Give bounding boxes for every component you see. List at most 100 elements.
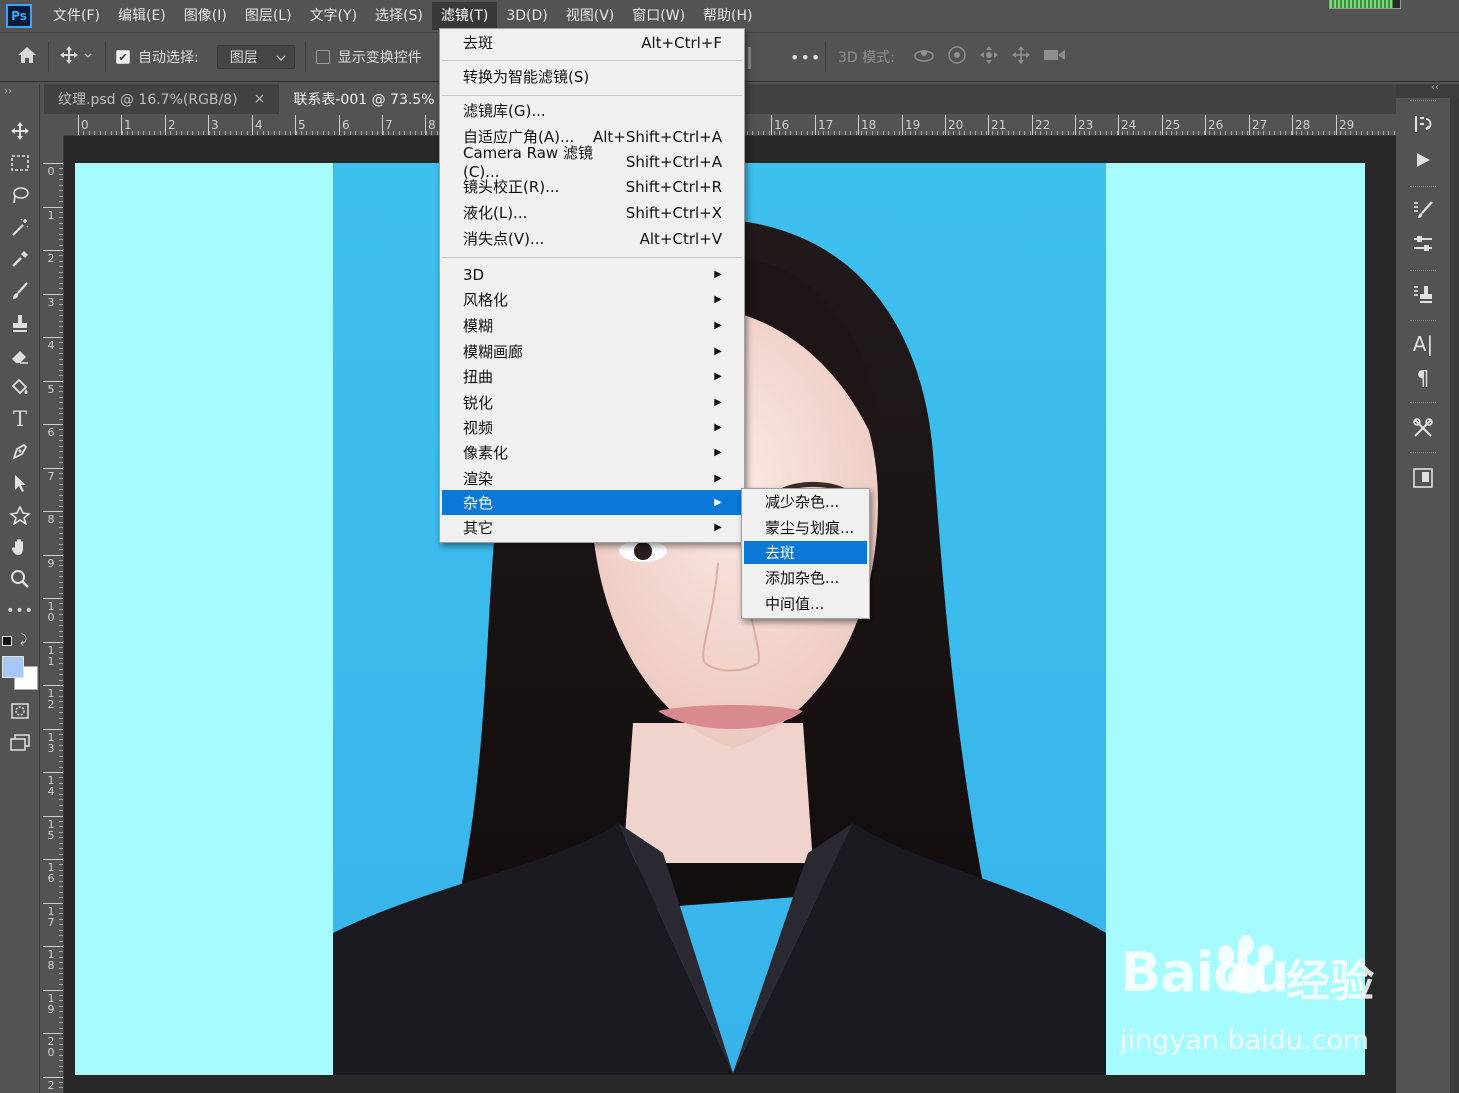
swap-colors-icon[interactable]: ⤸: [20, 632, 27, 647]
panel-dock-header: ‹‹: [1396, 82, 1459, 98]
menu-edit[interactable]: 编辑(E): [109, 2, 175, 30]
submenu-blur[interactable]: 模糊 ▶: [442, 313, 742, 338]
quick-mask-icon[interactable]: [6, 698, 34, 724]
tools-icon[interactable]: [1408, 414, 1438, 442]
menu-item-last-filter[interactable]: 去斑 Alt+Ctrl+F: [442, 30, 742, 55]
3d-pan-icon[interactable]: [978, 44, 1000, 70]
menu-item-vanishing-point[interactable]: 消失点(V)... Alt+Ctrl+V: [442, 226, 742, 251]
ruler-minor-tick: [59, 516, 63, 517]
submenu-other[interactable]: 其它 ▶: [442, 515, 742, 540]
menu-filter[interactable]: 滤镜(T): [431, 2, 498, 30]
move-icon[interactable]: [6, 118, 34, 144]
submenu-sharpen[interactable]: 锐化 ▶: [442, 390, 742, 415]
close-icon[interactable]: ×: [254, 91, 266, 107]
ruler-minor-tick: [796, 131, 797, 135]
menu-3d[interactable]: 3D(D): [497, 2, 556, 30]
clone-source-icon[interactable]: [1408, 280, 1438, 308]
paint-bucket-icon[interactable]: [6, 374, 34, 400]
photoshop-logo-icon[interactable]: Ps: [6, 4, 32, 28]
menu-item-lens-correction[interactable]: 镜头校正(R)... Shift+Ctrl+R: [442, 174, 742, 199]
submenu-render[interactable]: 渲染 ▶: [442, 466, 742, 491]
ruler-minor-tick: [981, 131, 982, 135]
menu-item-label: 液化(L)...: [463, 204, 528, 222]
submenu-distort[interactable]: 扭曲 ▶: [442, 364, 742, 389]
submenu-stylize[interactable]: 风格化 ▶: [442, 287, 742, 312]
menu-help[interactable]: 帮助(H): [694, 2, 761, 30]
3d-slide-icon[interactable]: [1010, 44, 1032, 70]
brush-icon[interactable]: [6, 278, 34, 304]
marquee-icon[interactable]: [6, 150, 34, 176]
libraries-icon[interactable]: [1408, 464, 1438, 492]
ruler-minor-tick: [59, 870, 63, 871]
more-options-button[interactable]: •••: [790, 48, 821, 67]
menu-select[interactable]: 选择(S): [366, 2, 432, 30]
menu-item-dust-and-scratches[interactable]: 蒙尘与划痕...: [744, 516, 867, 539]
stamp-icon[interactable]: [6, 310, 34, 336]
menu-item-despeckle[interactable]: 去斑: [744, 541, 867, 564]
ruler-minor-tick: [59, 892, 63, 893]
submenu-blur-gallery[interactable]: 模糊画廊 ▶: [442, 339, 742, 364]
home-icon[interactable]: [16, 45, 38, 70]
ruler-minor-tick: [845, 131, 846, 135]
lasso-icon[interactable]: [6, 182, 34, 208]
transform-controls-checkbox[interactable]: [315, 50, 330, 64]
menu-item-liquify[interactable]: 液化(L)... Shift+Ctrl+X: [442, 200, 742, 225]
zoom-icon[interactable]: [6, 566, 34, 592]
menu-type[interactable]: 文字(Y): [301, 2, 366, 30]
3d-camera-icon[interactable]: [1042, 46, 1068, 68]
adjustments-icon[interactable]: [1408, 230, 1438, 258]
submenu-noise[interactable]: 杂色 ▶: [442, 490, 742, 515]
auto-select-checkbox[interactable]: ✔: [116, 50, 130, 64]
eyedropper-icon[interactable]: [6, 246, 34, 272]
paragraph-icon[interactable]: ¶: [1408, 364, 1438, 392]
play-icon[interactable]: [1408, 146, 1438, 174]
foreground-color-swatch[interactable]: [2, 656, 24, 678]
ruler-minor-tick: [59, 261, 63, 262]
panel-grip: [1410, 402, 1436, 405]
ruler-minor-tick: [361, 131, 362, 135]
menu-item-filter-gallery[interactable]: 滤镜库(G)...: [442, 98, 742, 123]
menu-item-median[interactable]: 中间值...: [744, 592, 867, 615]
pen-icon[interactable]: [6, 438, 34, 464]
ruler-minor-tick: [59, 332, 63, 333]
ruler-label: 7: [47, 470, 55, 483]
menu-item-camera-raw-filter[interactable]: Camera Raw 滤镜(C)... Shift+Ctrl+A: [442, 144, 742, 181]
character-icon[interactable]: A|: [1408, 330, 1438, 358]
auto-select-target-dropdown[interactable]: 图层: [216, 45, 295, 69]
ruler-origin[interactable]: [42, 114, 64, 136]
ruler-minor-tick: [59, 603, 63, 604]
menu-item-convert-smart-filter[interactable]: 转换为智能滤镜(S): [442, 64, 742, 89]
menu-item-add-noise[interactable]: 添加杂色...: [744, 566, 867, 589]
3d-roll-icon[interactable]: [946, 44, 968, 70]
menu-layer[interactable]: 图层(L): [236, 2, 301, 30]
ruler-minor-tick: [59, 805, 63, 806]
menu-view[interactable]: 视图(V): [557, 2, 624, 30]
menu-file[interactable]: 文件(F): [44, 2, 109, 30]
hand-icon[interactable]: [6, 534, 34, 560]
history-icon[interactable]: [1408, 110, 1438, 138]
default-colors-icon[interactable]: [2, 636, 12, 646]
submenu-3d[interactable]: 3D ▶: [442, 262, 742, 287]
collapse-toolbar-icon[interactable]: ››: [4, 86, 12, 97]
more-tools-icon[interactable]: •••: [6, 598, 34, 624]
type-icon[interactable]: T: [6, 406, 34, 432]
menu-image[interactable]: 图像(I): [175, 2, 236, 30]
tab-texture-psd[interactable]: 纹理.psd @ 16.7%(RGB/8) ×: [44, 84, 280, 114]
eraser-icon[interactable]: [6, 342, 34, 368]
submenu-pixelate[interactable]: 像素化 ▶: [442, 440, 742, 465]
screen-mode-icon[interactable]: [6, 730, 34, 756]
magic-wand-icon[interactable]: [6, 214, 34, 240]
submenu-video[interactable]: 视频 ▶: [442, 415, 742, 440]
move-tool-preset-icon[interactable]: [59, 45, 95, 70]
path-select-icon[interactable]: [6, 470, 34, 496]
menu-item-reduce-noise[interactable]: 减少杂色...: [744, 490, 867, 513]
brush-settings-icon[interactable]: [1408, 196, 1438, 224]
menu-window[interactable]: 窗口(W): [623, 2, 694, 30]
collapse-panels-icon[interactable]: ‹‹: [1431, 82, 1439, 93]
photoshop-window: Ps 文件(F) 编辑(E) 图像(I) 图层(L) 文字(Y) 选择(S) 滤…: [0, 0, 1459, 1093]
custom-shape-icon[interactable]: [6, 502, 34, 528]
ruler-label: 6: [342, 118, 350, 132]
3d-orbit-icon[interactable]: [912, 45, 936, 69]
ruler-major-tick: [208, 115, 209, 135]
vertical-ruler[interactable]: 0 1 2 3 4 5 6 7 8 9 1 0 1 1 1 2 1 3 1 4 1 5 1 6 1 7 1 8 1 9…: [42, 136, 64, 1093]
